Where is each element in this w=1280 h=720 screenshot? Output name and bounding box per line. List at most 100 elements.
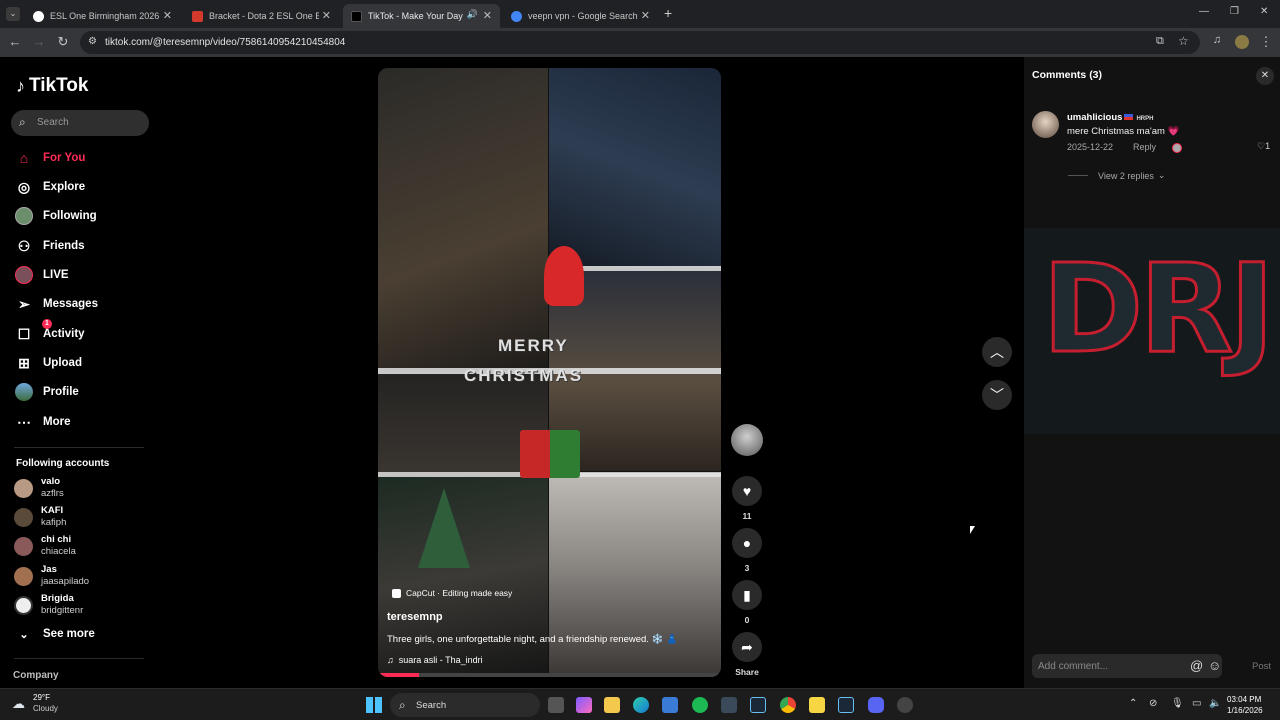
- edge-icon[interactable]: [633, 697, 649, 713]
- next-video-button[interactable]: ﹀: [982, 380, 1012, 410]
- search-input[interactable]: ⌕ Search: [11, 110, 149, 136]
- following-account[interactable]: valo azflrs: [14, 476, 154, 502]
- capcut-link[interactable]: CapCut · Editing made easy: [392, 588, 512, 598]
- add-comment-field[interactable]: Add comment... @ ☺: [1032, 654, 1222, 678]
- comment-icon: ●: [732, 528, 762, 558]
- tiktok-logo[interactable]: ♪ TikTok: [16, 75, 88, 97]
- comment-like-button[interactable]: ♡1: [1257, 141, 1270, 152]
- speaker-icon[interactable]: 🔊: [467, 9, 478, 20]
- nav-live[interactable]: LIVE: [14, 264, 154, 286]
- comment-button[interactable]: ● 3: [732, 528, 762, 573]
- chevron-up-icon[interactable]: ⌃: [1129, 698, 1137, 709]
- back-icon[interactable]: ←: [7, 34, 23, 49]
- friends-icon: ⚇: [17, 237, 31, 254]
- discord-icon[interactable]: [868, 697, 884, 713]
- tab-tiktok[interactable]: TikTok - Make Your Day 🔊 ✕: [343, 4, 500, 28]
- reply-button[interactable]: Reply: [1133, 142, 1156, 152]
- nav-profile[interactable]: Profile: [14, 381, 154, 403]
- view-replies-button[interactable]: View 2 replies ⌄: [1068, 170, 1165, 181]
- previous-video-button[interactable]: ︿: [982, 337, 1012, 367]
- close-tab-icon[interactable]: ✕: [483, 9, 492, 22]
- mention-icon[interactable]: @: [1190, 658, 1203, 673]
- sidebar: ♪ TikTok ⌕ Search ⌂ For You ◎ Explore Fo…: [0, 57, 160, 688]
- file-explorer-icon[interactable]: [604, 697, 620, 713]
- microphone-icon[interactable]: 🎙: [1171, 698, 1184, 709]
- nav-label: More: [43, 416, 71, 428]
- nav-following[interactable]: Following: [14, 205, 154, 227]
- app-icon[interactable]: [721, 697, 737, 713]
- following-account[interactable]: Brigida bridgittenr: [14, 593, 154, 619]
- new-tab-button[interactable]: +: [664, 5, 672, 21]
- avatar[interactable]: [1032, 111, 1059, 138]
- close-icon[interactable]: ✕: [1256, 67, 1274, 85]
- sticky-notes-icon[interactable]: [809, 697, 825, 713]
- weather-condition: Cloudy: [33, 704, 58, 713]
- video-player[interactable]: MERRY CHRISTMAS CapCut · Editing made ea…: [378, 68, 721, 677]
- close-tab-icon[interactable]: ✕: [322, 9, 331, 22]
- following-account[interactable]: KAFI kafiph: [14, 505, 154, 531]
- google-favicon-icon: [511, 10, 522, 22]
- tab-list-icon[interactable]: ⌄: [6, 7, 20, 21]
- store-icon[interactable]: [662, 697, 678, 713]
- chrome-icon[interactable]: [780, 697, 796, 713]
- see-more-button[interactable]: ⌄ See more: [14, 623, 154, 645]
- forward-icon[interactable]: →: [31, 34, 47, 49]
- reload-icon[interactable]: ↻: [55, 34, 71, 50]
- close-window-icon[interactable]: ✕: [1260, 6, 1268, 17]
- nav-messages[interactable]: ➢ Messages: [14, 293, 154, 315]
- activity-badge: 1: [42, 319, 52, 329]
- minimize-icon[interactable]: —: [1199, 6, 1209, 17]
- share-button[interactable]: ➦ Share: [732, 632, 762, 677]
- volume-icon[interactable]: 🔈: [1209, 698, 1221, 709]
- display-icon[interactable]: ▭: [1192, 698, 1201, 709]
- company-link[interactable]: Company: [13, 670, 59, 681]
- nav-label: Messages: [43, 298, 98, 310]
- media-control-icon[interactable]: ♫: [1209, 34, 1225, 46]
- flag-tag: HRPH: [1136, 116, 1154, 122]
- bookmark-star-icon[interactable]: ☆: [1178, 34, 1189, 48]
- send-icon: ➢: [18, 295, 30, 312]
- nav-explore[interactable]: ◎ Explore: [14, 176, 154, 198]
- comment-username[interactable]: umahlicious HRPH: [1067, 112, 1153, 123]
- nav-upload[interactable]: ⊞ Upload: [14, 352, 154, 374]
- emoji-icon[interactable]: ☺: [1208, 658, 1221, 673]
- spotify-icon[interactable]: [692, 697, 708, 713]
- video-music[interactable]: ♫ suara asli - Tha_indri: [387, 655, 483, 665]
- task-view-icon[interactable]: [548, 697, 564, 713]
- post-button[interactable]: Post: [1252, 661, 1271, 672]
- nav-label: Friends: [43, 240, 85, 252]
- following-account[interactable]: chi chi chiacela: [14, 534, 154, 560]
- nav-for-you[interactable]: ⌂ For You: [14, 147, 154, 169]
- steam-icon[interactable]: [838, 697, 854, 713]
- save-button[interactable]: ▮ 0: [732, 580, 762, 625]
- taskbar-search[interactable]: ⌕ Search: [390, 693, 540, 717]
- tab-esl[interactable]: ESL One Birmingham 2026: Sou ✕: [25, 4, 180, 28]
- tab-bracket[interactable]: Bracket - Dota 2 ESL One Birmi ✕: [184, 4, 339, 28]
- network-off-icon[interactable]: ⊘: [1149, 698, 1157, 709]
- close-tab-icon[interactable]: ✕: [641, 9, 650, 22]
- video-username[interactable]: teresemnp: [387, 611, 443, 623]
- site-info-icon[interactable]: ⚙: [88, 36, 97, 47]
- close-tab-icon[interactable]: ✕: [163, 9, 172, 22]
- nav-activity[interactable]: ☐ 1 Activity: [14, 319, 154, 345]
- windows-start-icon[interactable]: [366, 697, 382, 713]
- nav-more[interactable]: ⋯ More: [14, 411, 154, 433]
- nav-friends[interactable]: ⚇ Friends: [14, 235, 154, 257]
- copilot-icon[interactable]: [576, 697, 592, 713]
- video-progress-fill: [378, 673, 420, 677]
- clock-date[interactable]: 1/16/2026: [1227, 706, 1263, 715]
- menu-kebab-icon[interactable]: ⋮: [1258, 34, 1274, 50]
- clock-time[interactable]: 03:04 PM: [1227, 695, 1261, 704]
- address-bar[interactable]: ⚙ tiktok.com/@teresemnp/video/7586140954…: [80, 31, 1200, 54]
- like-button[interactable]: ♥ 11: [732, 476, 762, 521]
- install-app-icon[interactable]: ⧉: [1156, 35, 1164, 48]
- video-progress-bar[interactable]: [378, 673, 721, 677]
- profile-avatar[interactable]: [1235, 35, 1249, 49]
- embedded-video-thumbnail[interactable]: DRJ: [1024, 228, 1280, 434]
- restore-icon[interactable]: ❐: [1230, 6, 1239, 17]
- app-icon[interactable]: [897, 697, 913, 713]
- tab-google[interactable]: veepn vpn - Google Search ✕: [503, 4, 658, 28]
- steam-icon[interactable]: [750, 697, 766, 713]
- following-account[interactable]: Jas jaasapilado: [14, 564, 154, 590]
- creator-avatar[interactable]: [731, 424, 763, 456]
